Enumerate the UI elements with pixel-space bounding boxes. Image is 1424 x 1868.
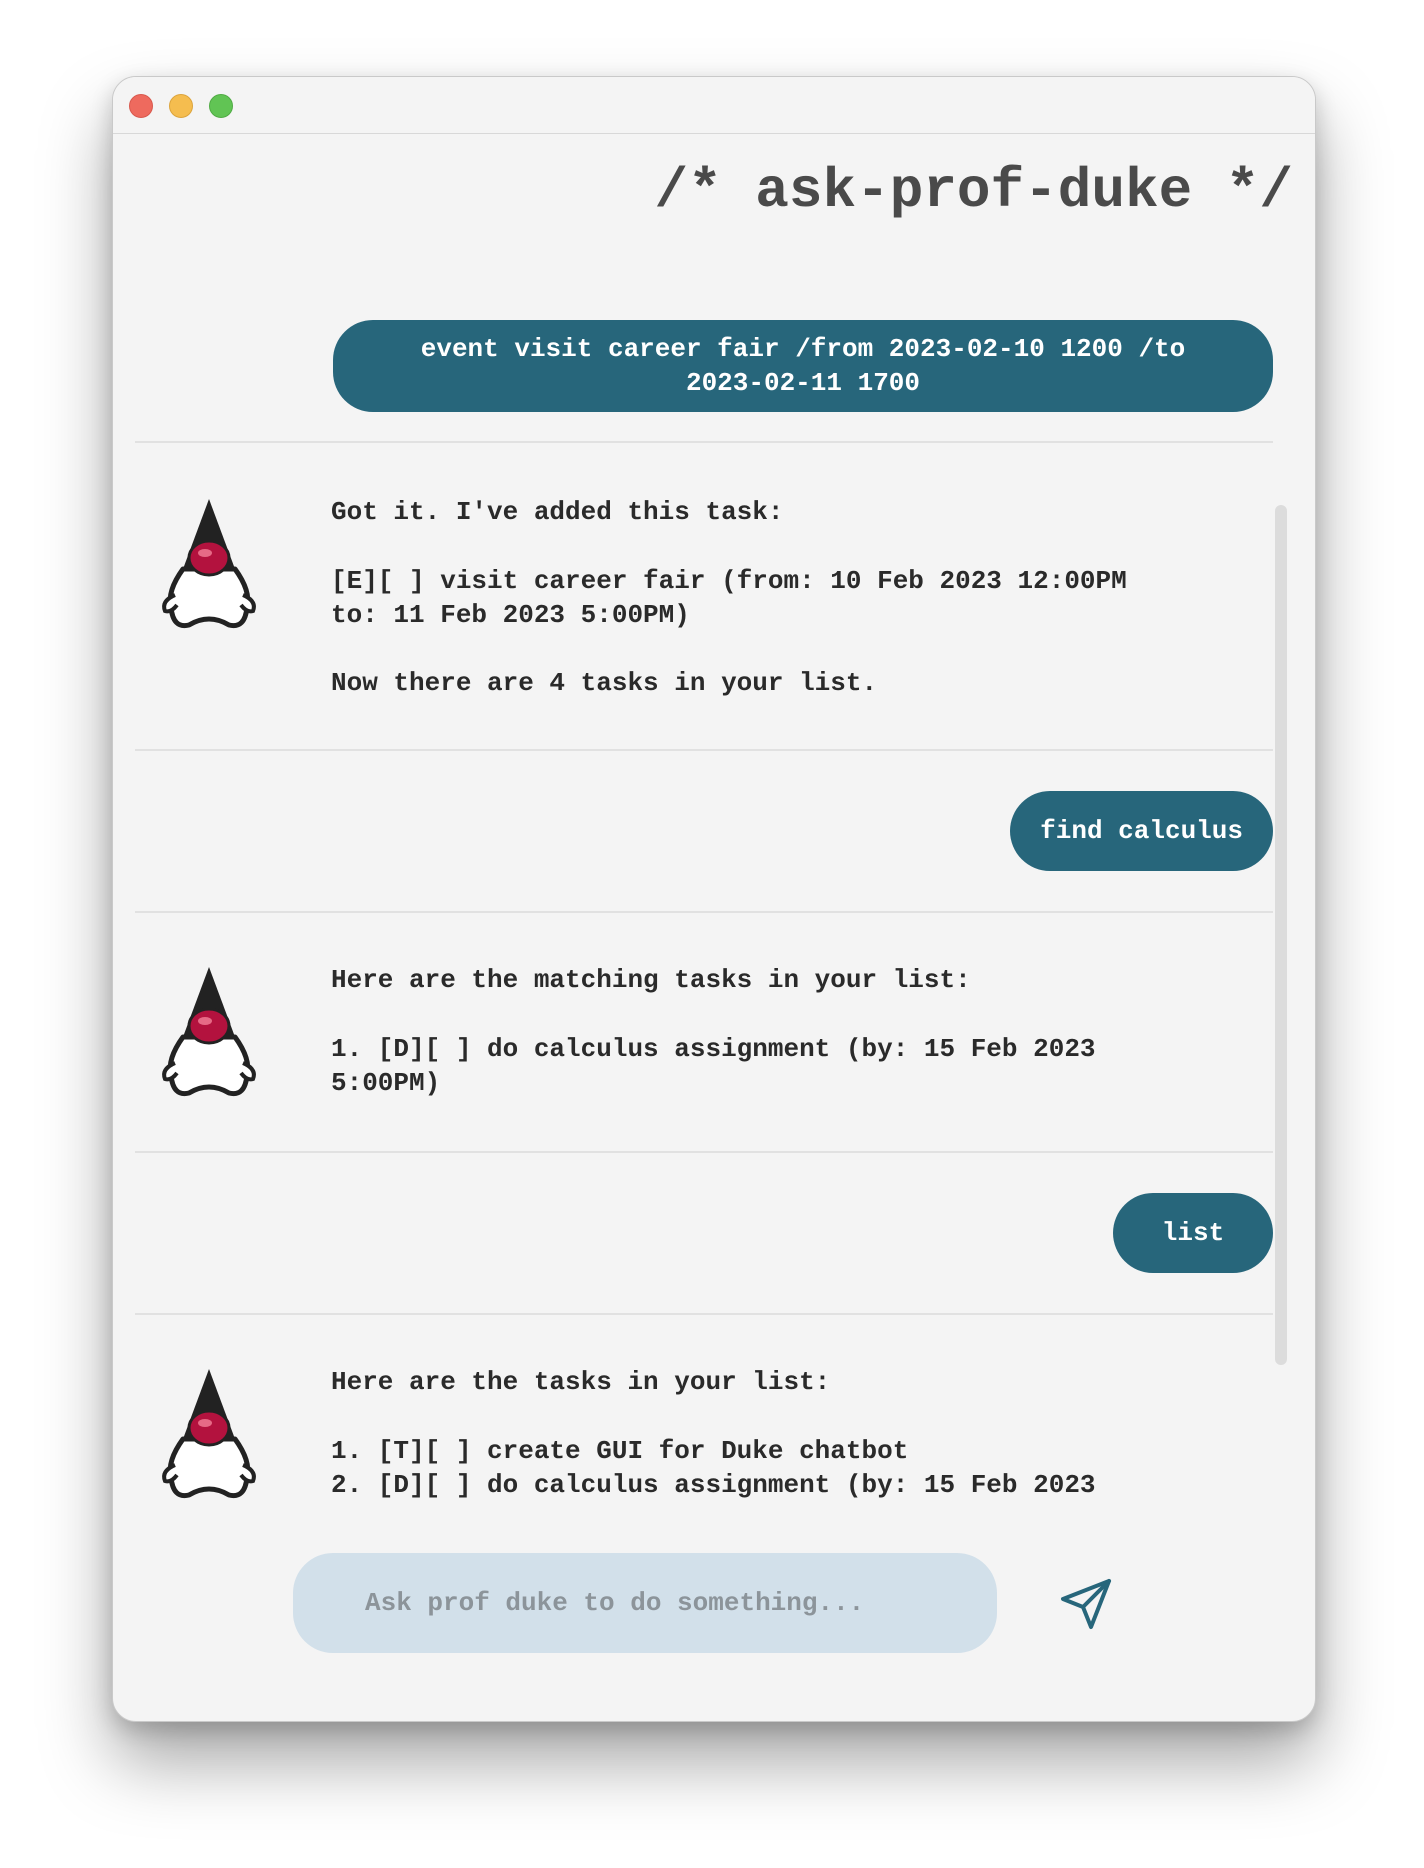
- message-input[interactable]: [293, 1553, 997, 1653]
- bot-message-row: Here are the tasks in your list: 1. [T][…: [135, 1315, 1273, 1555]
- bot-message-text: Here are the matching tasks in your list…: [331, 965, 1096, 1098]
- user-message-bubble: find calculus: [1010, 791, 1273, 871]
- send-button[interactable]: [1057, 1573, 1117, 1633]
- chat-scrollbar[interactable]: [1275, 505, 1287, 1365]
- duke-mascot-icon: [162, 499, 256, 629]
- app-window: /* ask-prof-duke */ event visit career f…: [112, 76, 1316, 1722]
- chat-history[interactable]: event visit career fair /from 2023-02-10…: [135, 309, 1273, 1569]
- bot-message-row: Here are the matching tasks in your list…: [135, 913, 1273, 1153]
- title-bar: [113, 77, 1315, 134]
- zoom-window-button[interactable]: [209, 94, 233, 118]
- duke-mascot-icon: [162, 967, 256, 1097]
- user-message-bubble: list: [1113, 1193, 1273, 1273]
- close-window-button[interactable]: [129, 94, 153, 118]
- send-icon: [1061, 1579, 1111, 1629]
- app-title: /* ask-prof-duke */: [654, 159, 1293, 223]
- bot-message-text: Here are the tasks in your list: 1. [T][…: [331, 1367, 1096, 1500]
- duke-mascot-icon: [162, 1369, 256, 1499]
- bot-message-row: Got it. I've added this task: [E][ ] vis…: [135, 443, 1273, 751]
- user-message-bubble: event visit career fair /from 2023-02-10…: [333, 320, 1273, 412]
- bot-message-text: Got it. I've added this task: [E][ ] vis…: [331, 497, 1127, 699]
- user-message-row: event visit career fair /from 2023-02-10…: [135, 309, 1273, 443]
- minimize-window-button[interactable]: [169, 94, 193, 118]
- user-message-row: list: [135, 1153, 1273, 1315]
- user-message-row: find calculus: [135, 751, 1273, 913]
